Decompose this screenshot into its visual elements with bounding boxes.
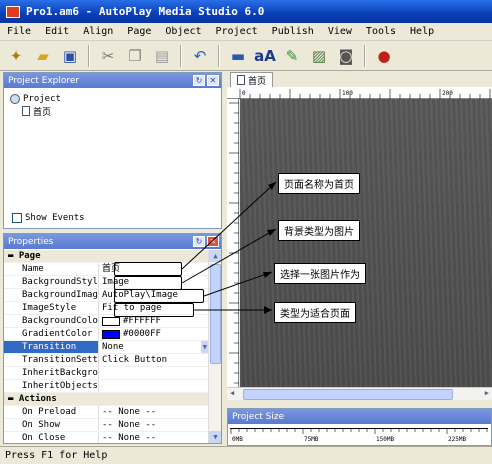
annotation-note: 选择一张图片作为 — [274, 263, 366, 284]
annotation-note: 页面名称为首页 — [278, 173, 360, 194]
annotation-note: 背景类型为图片 — [278, 220, 360, 241]
arrow-head — [267, 229, 276, 236]
annotation-note: 类型为适合页面 — [274, 302, 356, 323]
arrow-line — [203, 271, 273, 297]
arrow-head — [264, 306, 272, 314]
arrow-head — [263, 272, 272, 278]
annotation-arrows — [181, 181, 277, 314]
